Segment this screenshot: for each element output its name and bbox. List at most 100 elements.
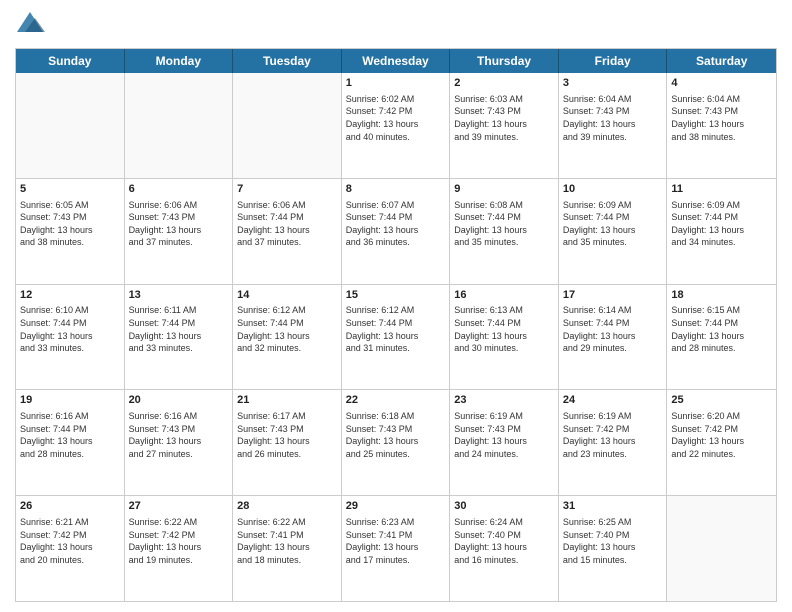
calendar-cell: 5 Sunrise: 6:05 AM Sunset: 7:43 PM Daylig…: [16, 179, 125, 284]
cell-info: Sunrise: 6:20 AM Sunset: 7:42 PM Dayligh…: [671, 410, 772, 460]
calendar-cell: 1 Sunrise: 6:02 AM Sunset: 7:42 PM Daylig…: [342, 73, 451, 178]
cell-info: Sunrise: 6:16 AM Sunset: 7:44 PM Dayligh…: [20, 410, 120, 460]
calendar-cell: 3 Sunrise: 6:04 AM Sunset: 7:43 PM Daylig…: [559, 73, 668, 178]
calendar-cell: [667, 496, 776, 601]
cell-day-number: 12: [20, 288, 120, 303]
cell-day-number: 28: [237, 499, 337, 514]
cell-info: Sunrise: 6:14 AM Sunset: 7:44 PM Dayligh…: [563, 304, 663, 354]
cell-info: Sunrise: 6:08 AM Sunset: 7:44 PM Dayligh…: [454, 199, 554, 249]
cell-info: Sunrise: 6:16 AM Sunset: 7:43 PM Dayligh…: [129, 410, 229, 460]
cell-info: Sunrise: 6:06 AM Sunset: 7:43 PM Dayligh…: [129, 199, 229, 249]
calendar-week-4: 19 Sunrise: 6:16 AM Sunset: 7:44 PM Dayli…: [16, 390, 776, 496]
day-header-saturday: Saturday: [667, 49, 776, 73]
cell-day-number: 25: [671, 393, 772, 408]
cell-day-number: 21: [237, 393, 337, 408]
page: SundayMondayTuesdayWednesdayThursdayFrid…: [0, 0, 792, 612]
calendar-cell: 12Sunrise: 6:10 AM Sunset: 7:44 PM Dayli…: [16, 285, 125, 390]
calendar-cell: 25 Sunrise: 6:20 AM Sunset: 7:42 PM Dayli…: [667, 390, 776, 495]
calendar-cell: [125, 73, 234, 178]
cell-day-number: 14: [237, 288, 337, 303]
cell-info: Sunrise: 6:17 AM Sunset: 7:43 PM Dayligh…: [237, 410, 337, 460]
cell-day-number: 7: [237, 182, 337, 197]
cell-day-number: 5: [20, 182, 120, 197]
calendar-cell: 29 Sunrise: 6:23 AM Sunset: 7:41 PM Dayli…: [342, 496, 451, 601]
cell-info: Sunrise: 6:10 AM Sunset: 7:44 PM Dayligh…: [20, 304, 120, 354]
day-header-thursday: Thursday: [450, 49, 559, 73]
cell-day-number: 8: [346, 182, 446, 197]
calendar-cell: 11Sunrise: 6:09 AM Sunset: 7:44 PM Dayli…: [667, 179, 776, 284]
cell-info: Sunrise: 6:22 AM Sunset: 7:41 PM Dayligh…: [237, 516, 337, 566]
cell-day-number: 15: [346, 288, 446, 303]
calendar-cell: 16Sunrise: 6:13 AM Sunset: 7:44 PM Dayli…: [450, 285, 559, 390]
calendar: SundayMondayTuesdayWednesdayThursdayFrid…: [15, 48, 777, 602]
day-header-tuesday: Tuesday: [233, 49, 342, 73]
cell-info: Sunrise: 6:15 AM Sunset: 7:44 PM Dayligh…: [671, 304, 772, 354]
calendar-week-3: 12Sunrise: 6:10 AM Sunset: 7:44 PM Dayli…: [16, 285, 776, 391]
calendar-cell: 4 Sunrise: 6:04 AM Sunset: 7:43 PM Daylig…: [667, 73, 776, 178]
cell-info: Sunrise: 6:09 AM Sunset: 7:44 PM Dayligh…: [563, 199, 663, 249]
cell-day-number: 22: [346, 393, 446, 408]
calendar-cell: 20 Sunrise: 6:16 AM Sunset: 7:43 PM Dayli…: [125, 390, 234, 495]
cell-day-number: 9: [454, 182, 554, 197]
calendar-cell: 14Sunrise: 6:12 AM Sunset: 7:44 PM Dayli…: [233, 285, 342, 390]
day-header-friday: Friday: [559, 49, 668, 73]
calendar-header: SundayMondayTuesdayWednesdayThursdayFrid…: [16, 49, 776, 73]
cell-info: Sunrise: 6:11 AM Sunset: 7:44 PM Dayligh…: [129, 304, 229, 354]
cell-day-number: 19: [20, 393, 120, 408]
cell-day-number: 18: [671, 288, 772, 303]
cell-day-number: 10: [563, 182, 663, 197]
calendar-cell: 18Sunrise: 6:15 AM Sunset: 7:44 PM Dayli…: [667, 285, 776, 390]
calendar-body: 1 Sunrise: 6:02 AM Sunset: 7:42 PM Daylig…: [16, 73, 776, 601]
cell-day-number: 20: [129, 393, 229, 408]
calendar-cell: 30 Sunrise: 6:24 AM Sunset: 7:40 PM Dayli…: [450, 496, 559, 601]
cell-day-number: 1: [346, 76, 446, 91]
calendar-cell: [233, 73, 342, 178]
cell-info: Sunrise: 6:13 AM Sunset: 7:44 PM Dayligh…: [454, 304, 554, 354]
cell-day-number: 29: [346, 499, 446, 514]
cell-day-number: 3: [563, 76, 663, 91]
cell-day-number: 4: [671, 76, 772, 91]
cell-info: Sunrise: 6:24 AM Sunset: 7:40 PM Dayligh…: [454, 516, 554, 566]
calendar-cell: 15Sunrise: 6:12 AM Sunset: 7:44 PM Dayli…: [342, 285, 451, 390]
cell-day-number: 13: [129, 288, 229, 303]
cell-info: Sunrise: 6:19 AM Sunset: 7:43 PM Dayligh…: [454, 410, 554, 460]
cell-day-number: 17: [563, 288, 663, 303]
cell-day-number: 27: [129, 499, 229, 514]
calendar-week-5: 26Sunrise: 6:21 AM Sunset: 7:42 PM Dayli…: [16, 496, 776, 601]
calendar-week-1: 1 Sunrise: 6:02 AM Sunset: 7:42 PM Daylig…: [16, 73, 776, 179]
calendar-week-2: 5 Sunrise: 6:05 AM Sunset: 7:43 PM Daylig…: [16, 179, 776, 285]
calendar-cell: 13Sunrise: 6:11 AM Sunset: 7:44 PM Dayli…: [125, 285, 234, 390]
day-header-sunday: Sunday: [16, 49, 125, 73]
calendar-cell: 8 Sunrise: 6:07 AM Sunset: 7:44 PM Daylig…: [342, 179, 451, 284]
cell-info: Sunrise: 6:12 AM Sunset: 7:44 PM Dayligh…: [237, 304, 337, 354]
cell-info: Sunrise: 6:22 AM Sunset: 7:42 PM Dayligh…: [129, 516, 229, 566]
calendar-cell: 27 Sunrise: 6:22 AM Sunset: 7:42 PM Dayli…: [125, 496, 234, 601]
logo: [15, 10, 49, 40]
day-header-wednesday: Wednesday: [342, 49, 451, 73]
calendar-cell: 24Sunrise: 6:19 AM Sunset: 7:42 PM Dayli…: [559, 390, 668, 495]
calendar-cell: 21 Sunrise: 6:17 AM Sunset: 7:43 PM Dayli…: [233, 390, 342, 495]
cell-day-number: 31: [563, 499, 663, 514]
cell-day-number: 11: [671, 182, 772, 197]
cell-info: Sunrise: 6:18 AM Sunset: 7:43 PM Dayligh…: [346, 410, 446, 460]
cell-info: Sunrise: 6:03 AM Sunset: 7:43 PM Dayligh…: [454, 93, 554, 143]
calendar-cell: 17Sunrise: 6:14 AM Sunset: 7:44 PM Dayli…: [559, 285, 668, 390]
cell-day-number: 30: [454, 499, 554, 514]
cell-day-number: 2: [454, 76, 554, 91]
calendar-cell: 28 Sunrise: 6:22 AM Sunset: 7:41 PM Dayli…: [233, 496, 342, 601]
cell-info: Sunrise: 6:25 AM Sunset: 7:40 PM Dayligh…: [563, 516, 663, 566]
header: [15, 10, 777, 40]
cell-info: Sunrise: 6:04 AM Sunset: 7:43 PM Dayligh…: [563, 93, 663, 143]
cell-info: Sunrise: 6:02 AM Sunset: 7:42 PM Dayligh…: [346, 93, 446, 143]
cell-info: Sunrise: 6:07 AM Sunset: 7:44 PM Dayligh…: [346, 199, 446, 249]
cell-day-number: 26: [20, 499, 120, 514]
cell-info: Sunrise: 6:04 AM Sunset: 7:43 PM Dayligh…: [671, 93, 772, 143]
calendar-cell: 22 Sunrise: 6:18 AM Sunset: 7:43 PM Dayli…: [342, 390, 451, 495]
cell-day-number: 16: [454, 288, 554, 303]
cell-info: Sunrise: 6:23 AM Sunset: 7:41 PM Dayligh…: [346, 516, 446, 566]
cell-info: Sunrise: 6:05 AM Sunset: 7:43 PM Dayligh…: [20, 199, 120, 249]
calendar-cell: 19 Sunrise: 6:16 AM Sunset: 7:44 PM Dayli…: [16, 390, 125, 495]
calendar-cell: 9 Sunrise: 6:08 AM Sunset: 7:44 PM Daylig…: [450, 179, 559, 284]
cell-info: Sunrise: 6:19 AM Sunset: 7:42 PM Dayligh…: [563, 410, 663, 460]
calendar-cell: 10 Sunrise: 6:09 AM Sunset: 7:44 PM Dayli…: [559, 179, 668, 284]
